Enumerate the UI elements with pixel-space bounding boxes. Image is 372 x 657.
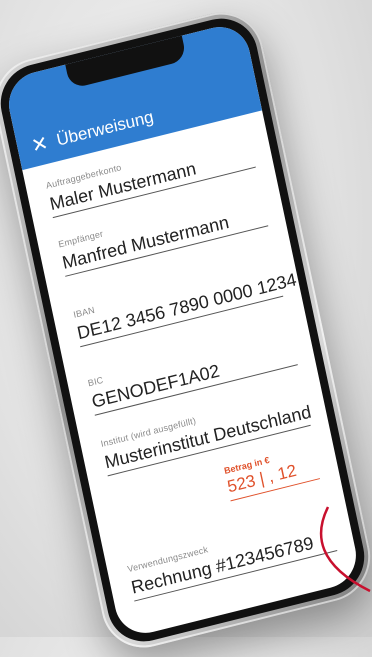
red-swoosh bbox=[319, 506, 371, 593]
stage: ✕ Überweisung Auftraggeberkonto Maler Mu… bbox=[0, 0, 372, 657]
amount-euros: 523 bbox=[225, 470, 258, 497]
purpose-field[interactable]: Verwendungszweck Rechnung #123456789 bbox=[127, 514, 338, 602]
amount-cents: 12 bbox=[275, 460, 299, 484]
page-title: Überweisung bbox=[54, 107, 156, 150]
close-icon[interactable]: ✕ bbox=[29, 132, 50, 158]
phone-screen: ✕ Überweisung Auftraggeberkonto Maler Mu… bbox=[3, 20, 362, 640]
amount-field[interactable]: Betrag in € 523 | , 12 bbox=[223, 444, 320, 502]
iban-field[interactable]: IBAN DE12 3456 7890 0000 1234 56 bbox=[72, 259, 322, 348]
